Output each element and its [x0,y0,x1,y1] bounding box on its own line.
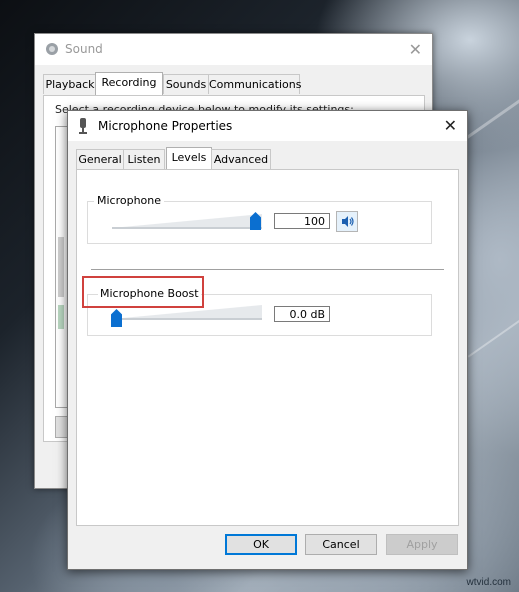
microphone-slider-baseline [112,227,262,229]
sound-window-title: Sound [65,42,103,56]
ok-button[interactable]: OK [225,534,297,555]
tab-advanced[interactable]: Advanced [211,149,271,169]
microphone-properties-dialog: Microphone Properties ✕ General Listen L… [67,110,468,570]
list-item[interactable] [58,305,64,329]
tab-recording[interactable]: Recording [95,72,163,95]
microphone-label: Microphone [94,194,165,207]
sound-title-bar[interactable]: Sound ✕ [35,34,432,65]
watermark: wtvid.com [466,577,511,588]
tab-playback[interactable]: Playback [43,74,97,94]
boost-level-field[interactable]: 0.0 dB [274,306,330,322]
mic-close-icon[interactable]: ✕ [444,118,457,134]
tab-communications[interactable]: Communications [208,74,301,94]
tab-levels[interactable]: Levels [166,147,212,170]
tab-sounds[interactable]: Sounds [163,74,209,94]
mic-title-bar[interactable]: Microphone Properties ✕ [68,111,467,141]
cancel-button[interactable]: Cancel [305,534,377,555]
microphone-boost-label: Microphone Boost [98,287,201,300]
levels-panel: Microphone 100 0.0 dB Microphone Boost [76,169,459,526]
mute-toggle-button[interactable] [336,211,358,232]
microphone-slider-track[interactable] [112,214,262,228]
sound-close-icon[interactable]: ✕ [409,42,422,58]
speaker-volume-icon [342,216,354,227]
section-divider [91,269,444,270]
speaker-icon [46,43,58,55]
tab-listen[interactable]: Listen [123,149,165,169]
microphone-icon [79,118,87,134]
list-item[interactable] [58,237,64,297]
tab-general[interactable]: General [76,149,124,169]
boost-slider-baseline [112,318,262,320]
microphone-level-field[interactable]: 100 [274,213,330,229]
microphone-group: Microphone 100 [87,194,432,244]
mic-dialog-title: Microphone Properties [98,119,233,133]
apply-button[interactable]: Apply [386,534,458,555]
